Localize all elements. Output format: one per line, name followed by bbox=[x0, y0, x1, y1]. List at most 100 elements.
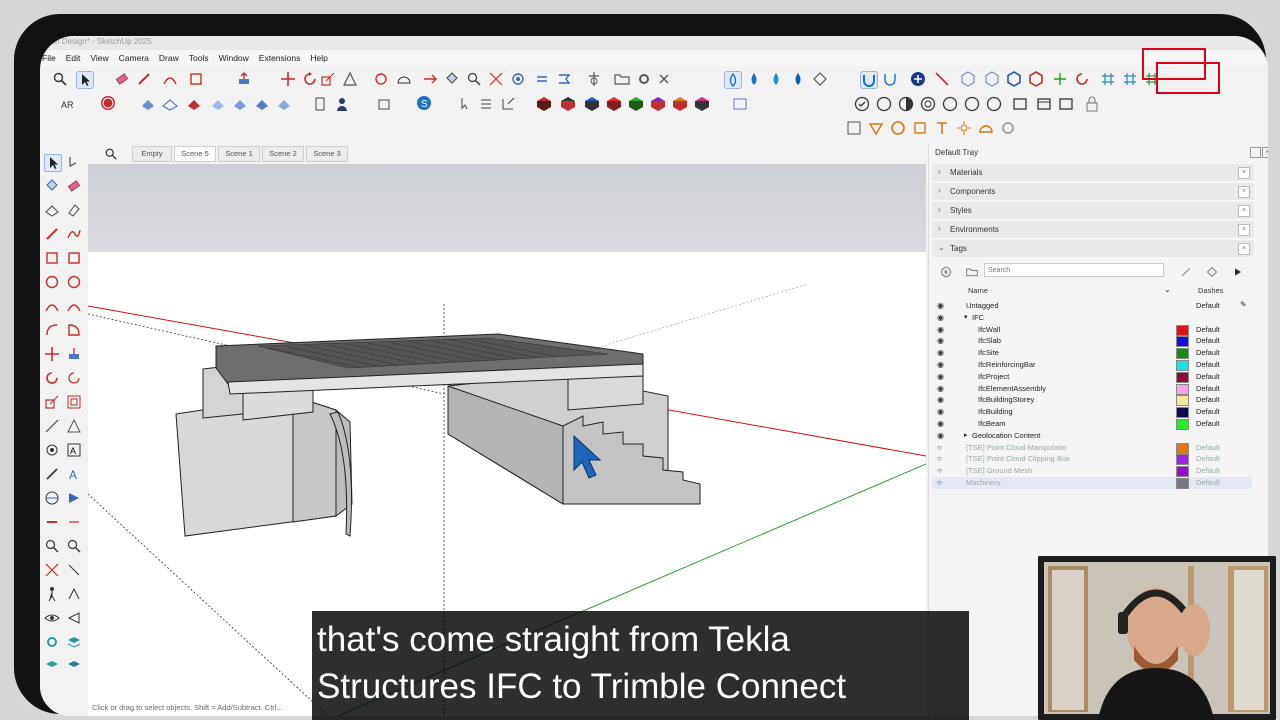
hexagon-blue-icon[interactable] bbox=[1006, 71, 1022, 87]
scene-tab-empty[interactable]: Empty bbox=[132, 146, 172, 162]
text-tool-icon[interactable]: A bbox=[66, 442, 82, 458]
sort-chevron-icon[interactable]: ⌄ bbox=[1164, 285, 1171, 294]
shaded-box-icon[interactable] bbox=[1012, 96, 1028, 112]
water-drop-icon[interactable] bbox=[724, 71, 742, 89]
axes-tool-icon[interactable] bbox=[44, 466, 60, 482]
tag-row[interactable]: ○ [TSE] Point Cloud Manipulator Default bbox=[932, 442, 1252, 454]
close-icon[interactable] bbox=[656, 71, 672, 87]
arc3-tool-icon[interactable] bbox=[44, 322, 60, 338]
tag-row[interactable]: ◉ IfcSite Default bbox=[932, 347, 1252, 360]
select-tool-icon[interactable] bbox=[458, 96, 474, 112]
orbit-tool-icon[interactable] bbox=[44, 490, 60, 506]
menu-edit[interactable]: Edit bbox=[66, 53, 81, 63]
export-icon[interactable] bbox=[500, 96, 516, 112]
box-red-alt-icon[interactable] bbox=[606, 96, 622, 112]
panel-styles[interactable]: › Styles × bbox=[932, 202, 1254, 220]
walk-icon[interactable] bbox=[556, 71, 572, 87]
scale-icon[interactable] bbox=[320, 71, 336, 87]
walk-tool-icon[interactable] bbox=[66, 514, 82, 530]
scene-search-icon[interactable] bbox=[104, 147, 118, 161]
layers-tool-icon[interactable] bbox=[66, 634, 82, 650]
lasso-icon[interactable] bbox=[66, 154, 82, 170]
style-back-edges-icon[interactable] bbox=[942, 96, 958, 112]
lock-icon[interactable] bbox=[1084, 96, 1100, 112]
pencil-icon[interactable] bbox=[136, 71, 152, 87]
circle-tool-icon[interactable] bbox=[44, 274, 60, 290]
close-icon[interactable]: × bbox=[1238, 205, 1250, 217]
arc-icon[interactable] bbox=[162, 71, 178, 87]
panel-components[interactable]: › Components × bbox=[932, 183, 1254, 201]
tag-dashes[interactable]: Default bbox=[1196, 336, 1220, 345]
menu-help[interactable]: Help bbox=[310, 53, 327, 63]
eye-visible-icon[interactable]: ◉ bbox=[937, 372, 944, 381]
textured-box-icon[interactable] bbox=[1036, 96, 1052, 112]
menu-window[interactable]: Window bbox=[219, 53, 249, 63]
column-dashes[interactable]: Dashes bbox=[1198, 286, 1223, 295]
eye-tool-icon[interactable] bbox=[44, 610, 60, 626]
offset-icon[interactable] bbox=[342, 71, 358, 87]
follow-me-tool-icon[interactable] bbox=[66, 370, 82, 386]
list-icon[interactable] bbox=[478, 96, 494, 112]
rotated-rect-icon[interactable] bbox=[66, 250, 82, 266]
globe-icon[interactable] bbox=[100, 95, 116, 111]
refresh-red-icon[interactable] bbox=[1074, 71, 1090, 87]
stack-tool-icon[interactable] bbox=[44, 658, 60, 674]
walk-person-icon[interactable] bbox=[44, 586, 60, 602]
rectangle-icon[interactable] bbox=[188, 71, 204, 87]
eye-hidden-icon[interactable]: ○ bbox=[937, 454, 942, 463]
tag-dashes[interactable]: Default bbox=[1196, 466, 1220, 475]
active-tag-pencil-icon[interactable]: ✎ bbox=[1240, 300, 1247, 309]
section-plane-icon[interactable] bbox=[586, 71, 602, 87]
tag-row[interactable]: ◉ Untagged Default ✎ bbox=[932, 300, 1252, 312]
3d-text-icon[interactable]: A bbox=[66, 466, 82, 482]
stamp-icon[interactable] bbox=[210, 96, 226, 112]
tag-color-swatch[interactable] bbox=[1176, 360, 1189, 371]
axes-icon[interactable] bbox=[1052, 71, 1068, 87]
style-wire-icon[interactable] bbox=[964, 96, 980, 112]
close-icon[interactable]: × bbox=[1238, 167, 1250, 179]
tag-dashes[interactable]: Default bbox=[1196, 454, 1220, 463]
add-folder-icon[interactable] bbox=[966, 265, 978, 277]
water-drop-blue-icon[interactable] bbox=[790, 71, 806, 87]
user-icon[interactable] bbox=[334, 96, 350, 112]
eye-visible-icon[interactable]: ◉ bbox=[937, 336, 944, 345]
tag-row[interactable]: ◉ IfcProject Default bbox=[932, 371, 1252, 383]
tape-measure-icon[interactable] bbox=[374, 71, 390, 87]
add-detail-icon[interactable] bbox=[254, 96, 270, 112]
style-circle-icon[interactable] bbox=[876, 96, 892, 112]
close-icon[interactable]: × bbox=[1238, 224, 1250, 236]
component-icon[interactable] bbox=[846, 120, 862, 136]
line-tool-icon[interactable] bbox=[934, 71, 950, 87]
arc-tool-icon[interactable] bbox=[44, 298, 60, 314]
style-half-icon[interactable] bbox=[898, 96, 914, 112]
box-red-icon[interactable] bbox=[536, 96, 552, 112]
rectangle-tool-icon[interactable] bbox=[44, 250, 60, 266]
menu-file[interactable]: File bbox=[42, 53, 56, 63]
rotate-tool-icon[interactable] bbox=[44, 370, 60, 386]
close-icon[interactable]: × bbox=[1238, 243, 1250, 255]
tag-color-swatch[interactable] bbox=[1176, 442, 1189, 454]
freehand-icon[interactable] bbox=[66, 226, 82, 242]
search-icon[interactable] bbox=[52, 71, 68, 87]
ar-icon[interactable]: AR bbox=[60, 96, 76, 112]
tag-row[interactable]: ◉ IfcReinforcingBar Default bbox=[932, 359, 1252, 371]
column-name[interactable]: Name bbox=[968, 286, 988, 295]
hexagon-outline-icon[interactable] bbox=[984, 71, 1000, 87]
eye-visible-icon[interactable]: ◉ bbox=[937, 348, 944, 357]
move-tool-icon[interactable] bbox=[44, 346, 60, 362]
tag-row[interactable]: ○ [TSE] Ground Mesh Default bbox=[932, 465, 1252, 478]
tag-color-swatch[interactable] bbox=[1176, 454, 1189, 466]
tag-color-swatch[interactable] bbox=[1176, 466, 1189, 478]
section-tool-icon[interactable] bbox=[44, 514, 60, 530]
panel-tags[interactable]: ⌄ Tags × bbox=[932, 240, 1254, 258]
tag-dashes[interactable]: Default bbox=[1196, 372, 1220, 381]
share-icon[interactable] bbox=[376, 96, 392, 112]
eraser-tool-icon[interactable] bbox=[66, 178, 82, 194]
menu-view[interactable]: View bbox=[90, 53, 108, 63]
scene-tab-scene-3[interactable]: Scene 3 bbox=[306, 146, 348, 162]
tag-dashes[interactable]: Default bbox=[1196, 478, 1220, 487]
expand-down-icon[interactable]: ▾ bbox=[964, 313, 968, 321]
color-by-tag-icon[interactable] bbox=[1206, 265, 1218, 278]
add-tag-icon[interactable] bbox=[940, 265, 952, 277]
tag-dashes[interactable]: Default bbox=[1196, 407, 1220, 416]
